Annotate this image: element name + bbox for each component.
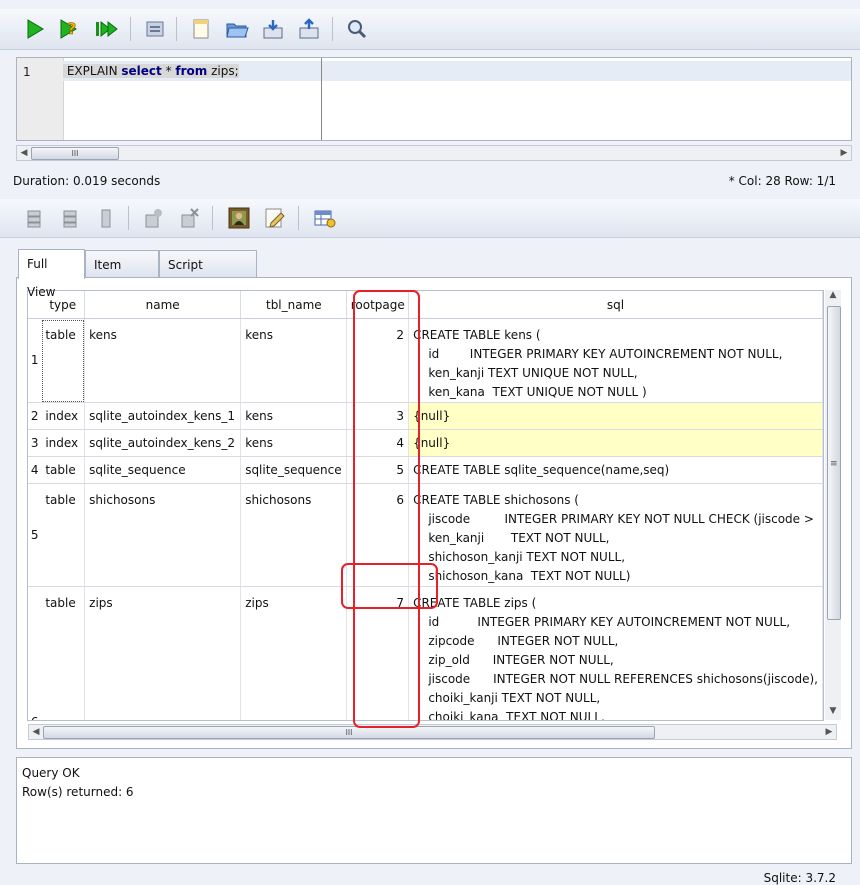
table-settings-icon[interactable]	[312, 205, 338, 231]
sql-text[interactable]: EXPLAIN select * from zips;	[63, 64, 239, 78]
sql-keyword-select: select	[121, 64, 162, 78]
cell-type[interactable]: table	[41, 318, 86, 403]
run-icon[interactable]	[22, 16, 48, 42]
annotation-highlight-rootpage-column	[353, 290, 420, 728]
cell-tbl-name[interactable]: zips	[240, 586, 348, 720]
cell-name[interactable]: sqlite_sequence	[84, 456, 242, 484]
cell-type[interactable]: table	[41, 483, 86, 587]
tab-full-view[interactable]: Full View	[18, 249, 85, 299]
tab-item-view[interactable]: Item View	[85, 250, 159, 300]
cell-tbl-name[interactable]: kens	[240, 402, 348, 430]
cell-tbl-name[interactable]: shichosons	[240, 483, 348, 587]
main-toolbar: ?	[0, 9, 860, 50]
scroll-down-arrow[interactable]: ▼	[825, 706, 841, 720]
cell-type[interactable]: index	[41, 429, 86, 457]
row-delete-icon[interactable]	[176, 205, 202, 231]
scroll-thumb[interactable]: ≡	[827, 306, 841, 620]
sql-keyword-explain: EXPLAIN	[66, 64, 118, 78]
column-header-name[interactable]: name	[84, 291, 242, 319]
sql-star: *	[161, 64, 176, 78]
column-header-sql[interactable]: sql	[408, 291, 823, 319]
cell-sql[interactable]: {null}	[408, 429, 823, 457]
cell-tbl-name[interactable]: kens	[240, 429, 348, 457]
results-table: type name tbl_name rootpage sql 1 table …	[28, 291, 823, 720]
cursor-position: * Col: 28 Row: 1/1	[728, 174, 836, 188]
grid-vscrollbar[interactable]: ▲ ≡ ▼	[825, 290, 841, 720]
rows-returned: Row(s) returned: 6	[22, 785, 134, 799]
splitter[interactable]	[0, 750, 860, 756]
table-row[interactable]: 4 table sqlite_sequence sqlite_sequence …	[28, 456, 823, 484]
results-grid[interactable]: type name tbl_name rootpage sql 1 table …	[27, 290, 824, 721]
row-number: 2	[28, 402, 42, 430]
cell-sql[interactable]: {null}	[408, 402, 823, 430]
cell-type[interactable]: index	[41, 402, 86, 430]
cell-name[interactable]: shichosons	[84, 483, 242, 587]
cell-name[interactable]: sqlite_autoindex_kens_1	[84, 402, 242, 430]
row-prev-icon[interactable]	[56, 205, 82, 231]
row-next-icon[interactable]	[92, 205, 118, 231]
table-row[interactable]: 2 index sqlite_autoindex_kens_1 kens 3 {…	[28, 402, 823, 430]
scroll-left-arrow[interactable]: ◀	[17, 146, 31, 160]
scroll-right-arrow[interactable]: ▶	[837, 146, 851, 160]
results-toolbar	[0, 199, 860, 238]
cell-tbl-name[interactable]: sqlite_sequence	[240, 456, 348, 484]
row-number: 6	[28, 586, 42, 720]
tab-script-output[interactable]: Script Output	[159, 250, 257, 300]
open-folder-icon[interactable]	[224, 16, 250, 42]
cell-sql[interactable]: CREATE TABLE shichosons ( jiscode INTEGE…	[408, 483, 823, 587]
cell-name[interactable]: zips	[84, 586, 242, 720]
table-header-row: type name tbl_name rootpage sql	[28, 291, 823, 319]
query-status: Query OK	[22, 766, 80, 780]
edit-icon[interactable]	[262, 205, 288, 231]
svg-text:?: ?	[67, 19, 76, 38]
editor-hscrollbar[interactable]: ◀ lll ▶	[16, 145, 852, 161]
import-icon[interactable]	[260, 16, 286, 42]
splitter[interactable]	[0, 191, 860, 197]
sql-table-name: zips;	[207, 64, 239, 78]
cell-sql[interactable]: CREATE TABLE kens ( id INTEGER PRIMARY K…	[408, 318, 823, 403]
cell-sql[interactable]: CREATE TABLE sqlite_sequence(name,seq)	[408, 456, 823, 484]
sqlite-version: Sqlite: 3.7.2	[763, 871, 836, 885]
scroll-left-arrow[interactable]: ◀	[29, 725, 43, 739]
cell-name[interactable]: sqlite_autoindex_kens_2	[84, 429, 242, 457]
annotation-highlight-rootpage-7	[341, 563, 438, 609]
cell-type[interactable]: table	[41, 456, 86, 484]
row-number: 3	[28, 429, 42, 457]
export-icon[interactable]	[296, 16, 322, 42]
save-query-icon[interactable]	[142, 16, 168, 42]
scroll-right-arrow[interactable]: ▶	[822, 725, 836, 739]
scroll-thumb[interactable]: lll	[31, 147, 119, 160]
row-insert-icon[interactable]	[140, 205, 166, 231]
column-header-tbl-name[interactable]: tbl_name	[240, 291, 348, 319]
duration-label: Duration: 0.019 seconds	[13, 174, 161, 188]
row-number: 1	[28, 318, 42, 403]
table-row[interactable]: 1 table kens kens 2 CREATE TABLE kens ( …	[28, 318, 823, 403]
cell-tbl-name[interactable]: kens	[240, 318, 348, 403]
cell-name[interactable]: kens	[84, 318, 242, 403]
row-first-icon[interactable]	[20, 205, 46, 231]
line-number: 1	[23, 65, 31, 79]
cell-type[interactable]: table	[41, 586, 86, 720]
search-icon[interactable]	[344, 16, 370, 42]
row-number: 4	[28, 456, 42, 484]
sql-keyword-from: from	[175, 64, 208, 78]
run-step-icon[interactable]	[94, 16, 120, 42]
sql-editor[interactable]: 1 EXPLAIN select * from zips;	[16, 57, 852, 141]
new-file-icon[interactable]	[188, 16, 214, 42]
cell-sql[interactable]: CREATE TABLE zips ( id INTEGER PRIMARY K…	[408, 586, 823, 720]
image-icon[interactable]	[226, 205, 252, 231]
message-panel: Query OK Row(s) returned: 6	[16, 757, 852, 864]
scroll-up-arrow[interactable]: ▲	[825, 290, 841, 304]
row-number: 5	[28, 483, 42, 587]
line-gutter: 1	[17, 58, 64, 140]
explain-icon[interactable]: ?	[57, 16, 83, 42]
grid-hscrollbar[interactable]: ◀ lll ▶	[28, 724, 837, 740]
scroll-thumb[interactable]: lll	[43, 726, 655, 739]
table-row[interactable]: 3 index sqlite_autoindex_kens_2 kens 4 {…	[28, 429, 823, 457]
